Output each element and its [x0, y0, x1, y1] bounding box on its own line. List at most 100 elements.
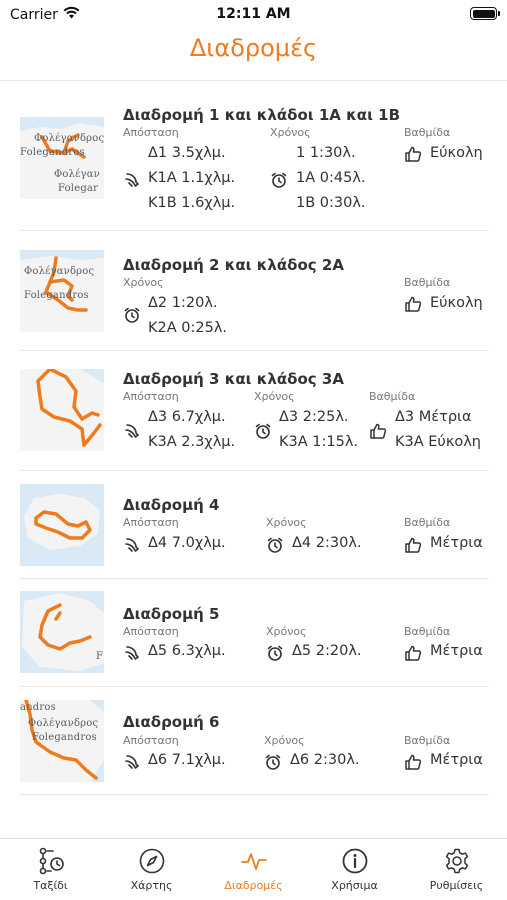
time-value: Κ3Α 1:15λ.: [279, 434, 359, 450]
distance-value: Δ1 3.5χλμ.: [148, 145, 226, 161]
pulse-route-icon: [240, 847, 268, 875]
route-map-thumbnail: F: [20, 591, 104, 673]
hiker-distance-icon: [123, 536, 141, 554]
thumbs-up-icon: [404, 295, 422, 313]
route-map-thumbnail: Φολέγανδρος Folegandros: [20, 250, 104, 332]
distance-label: Απόσταση: [123, 390, 179, 403]
distance-value: Δ6 7.1χλμ.: [148, 752, 226, 768]
alarm-clock-icon: [264, 753, 282, 771]
tab-label: Ταξίδι: [33, 879, 68, 892]
route-title: Διαδρομή 4: [123, 496, 220, 514]
map-label: andros: [20, 702, 56, 713]
time-value: Δ5 2:20λ.: [292, 643, 362, 659]
time-value: Δ3 2:25λ.: [279, 409, 349, 425]
route-title: Διαδρομή 1 και κλάδοι 1Α και 1Β: [123, 106, 401, 124]
status-bar: Carrier 12:11 AM: [0, 0, 507, 28]
tab-label: Ρυθμίσεις: [429, 879, 484, 892]
tab-label: Διαδρομές: [224, 879, 283, 892]
difficulty-value: Δ3 Μέτρια: [395, 409, 472, 425]
distance-value: Κ1Α 1.1χλμ.: [148, 170, 236, 186]
map-label: F: [96, 651, 104, 662]
tab-label: Χρήσιμα: [331, 879, 378, 892]
distance-value: Κ3Α 2.3χλμ.: [148, 434, 236, 450]
thumbs-up-icon: [404, 644, 422, 662]
route-row-2[interactable]: Φολέγανδρος Folegandros Διαδρομή 2 και κ…: [0, 231, 507, 351]
time-value: 1Α 0:45λ.: [296, 170, 366, 186]
hiker-distance-icon: [123, 753, 141, 771]
difficulty-value: Μέτρια: [430, 643, 483, 659]
route-row-3[interactable]: Διαδρομή 3 και κλάδος 3Α Απόσταση Δ3 6.7…: [0, 351, 507, 471]
time-value: Δ4 2:30λ.: [292, 535, 362, 551]
alarm-clock-icon: [254, 422, 272, 440]
time-label: Χρόνος: [266, 516, 307, 529]
map-label: Φολέγανδρος: [24, 266, 95, 277]
difficulty-value: Μέτρια: [430, 535, 483, 551]
tab-routes[interactable]: Διαδρομές: [203, 847, 304, 892]
distance-value: Δ5 6.3χλμ.: [148, 643, 226, 659]
route-row-5[interactable]: F Διαδρομή 5 Απόσταση Δ5 6.3χλμ. Χρόνος …: [0, 579, 507, 687]
difficulty-label: Βαθμίδα: [404, 516, 451, 529]
tab-map[interactable]: Χάρτης: [101, 847, 202, 892]
status-time: 12:11 AM: [216, 6, 291, 22]
difficulty-label: Βαθμίδα: [369, 390, 416, 403]
tab-bar: Ταξίδι Χάρτης Διαδρομές Χρήσιμα Ρυθμίσει…: [0, 838, 507, 900]
tab-trip[interactable]: Ταξίδι: [0, 847, 101, 892]
route-title: Διαδρομή 6: [123, 713, 220, 731]
tab-settings[interactable]: Ρυθμίσεις: [406, 847, 507, 892]
battery-icon: [470, 7, 500, 20]
route-map-thumbnail: [20, 484, 104, 566]
route-title: Διαδρομή 2 και κλάδος 2Α: [123, 256, 344, 274]
difficulty-label: Βαθμίδα: [404, 126, 451, 139]
route-map-thumbnail: andros Φολέγανδρος Folegandros: [20, 700, 104, 782]
row-divider: [20, 794, 489, 795]
map-label: Φολέγαν: [54, 169, 100, 180]
distance-label: Απόσταση: [123, 126, 179, 139]
map-label: Φολέγανδρος: [28, 718, 99, 729]
info-icon: [341, 847, 369, 875]
thumbs-up-icon: [369, 422, 387, 440]
route-row-1[interactable]: Φολέγανδρος Folegandros Φολέγαν Folegar …: [0, 81, 507, 231]
thumbs-up-icon: [404, 145, 422, 163]
distance-label: Απόσταση: [123, 516, 179, 529]
thumbs-up-icon: [404, 536, 422, 554]
distance-label: Απόσταση: [123, 625, 179, 638]
time-value: 1Β 0:30λ.: [296, 195, 366, 211]
time-label: Χρόνος: [266, 625, 307, 638]
difficulty-value: Εύκολη: [430, 145, 483, 161]
map-label: Folegandros: [24, 290, 89, 301]
time-label: Χρόνος: [270, 126, 311, 139]
difficulty-label: Βαθμίδα: [404, 734, 451, 747]
difficulty-value: Μέτρια: [430, 752, 483, 768]
hiker-distance-icon: [123, 422, 141, 440]
hiker-distance-icon: [123, 171, 141, 189]
map-label: Folegandros: [20, 147, 85, 158]
distance-value: Δ3 6.7χλμ.: [148, 409, 226, 425]
distance-label: Απόσταση: [123, 734, 179, 747]
distance-value: Δ4 7.0χλμ.: [148, 535, 226, 551]
tab-useful[interactable]: Χρήσιμα: [304, 847, 405, 892]
difficulty-label: Βαθμίδα: [404, 276, 451, 289]
difficulty-value: Εύκολη: [430, 295, 483, 311]
difficulty-label: Βαθμίδα: [404, 625, 451, 638]
map-label: Folegar: [58, 183, 99, 194]
itinerary-icon: [37, 847, 65, 875]
difficulty-value: Κ3Α Εύκολη: [395, 434, 482, 450]
alarm-clock-icon: [266, 644, 284, 662]
compass-icon: [138, 847, 166, 875]
tab-label: Χάρτης: [130, 879, 173, 892]
time-value: Δ6 2:30λ.: [290, 752, 360, 768]
route-title: Διαδρομή 3 και κλάδος 3Α: [123, 370, 344, 388]
time-value: Δ2 1:20λ.: [148, 295, 218, 311]
route-map-thumbnail: [20, 369, 104, 451]
page-title: Διαδρομές: [189, 34, 318, 62]
route-row-6[interactable]: andros Φολέγανδρος Folegandros Διαδρομή …: [0, 687, 507, 795]
time-label: Χρόνος: [123, 276, 164, 289]
hiker-distance-icon: [123, 644, 141, 662]
alarm-clock-icon: [123, 306, 141, 324]
time-value: 1 1:30λ.: [296, 145, 356, 161]
time-label: Χρόνος: [264, 734, 305, 747]
route-row-4[interactable]: Διαδρομή 4 Απόσταση Δ4 7.0χλμ. Χρόνος Δ4…: [0, 471, 507, 579]
route-title: Διαδρομή 5: [123, 605, 220, 623]
alarm-clock-icon: [270, 171, 288, 189]
map-label: Folegandros: [32, 732, 97, 743]
